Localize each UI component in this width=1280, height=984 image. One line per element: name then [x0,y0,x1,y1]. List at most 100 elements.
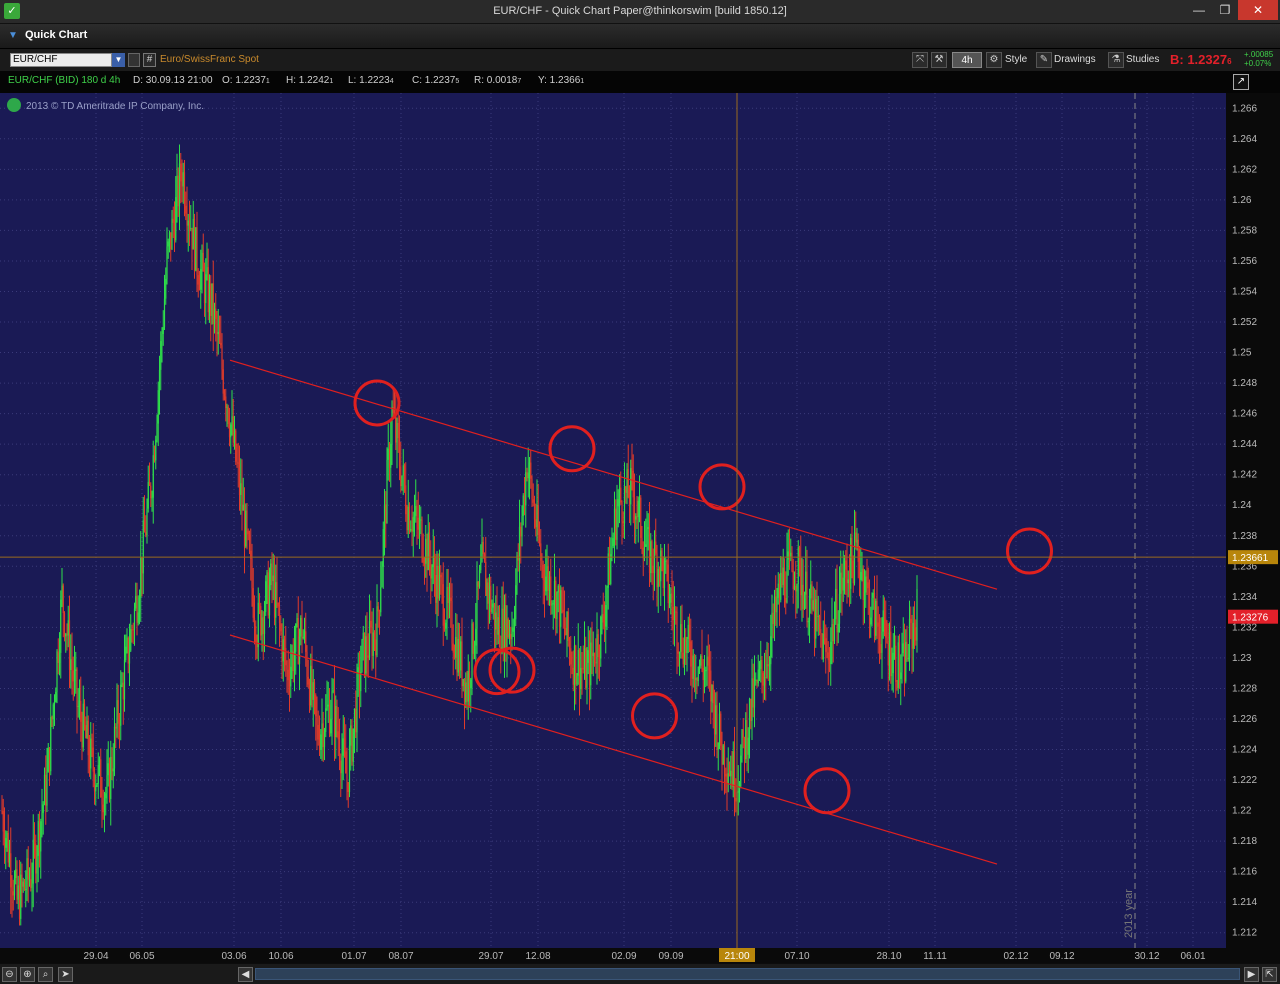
candle-body [713,703,716,735]
zoom-in-icon[interactable]: ⊕ [20,967,35,982]
candle-body [213,308,216,325]
candle-body [687,624,689,639]
candle-body [848,579,851,589]
candle-body [726,776,728,784]
candle-body [412,517,414,532]
candle-body [803,594,806,610]
candle-body [182,172,184,187]
symbol-list-icon[interactable] [128,53,140,67]
candle-body [648,527,651,574]
price-chart[interactable]: 1.2661.2641.2621.261.2581.2561.2541.2521… [0,93,1280,963]
candle-body [477,581,479,587]
minimize-button[interactable]: — [1186,0,1212,20]
candle-body [425,538,427,564]
candle-body [63,613,66,637]
candle-body [372,632,374,656]
scrollbar-thumb[interactable] [255,968,1240,980]
y-tick-label: 1.214 [1232,897,1257,908]
aggregation-button[interactable]: 4h [952,52,982,68]
close-button[interactable]: ✕ [1238,0,1278,20]
candle-body [780,572,782,600]
studies-button[interactable]: Studies [1126,52,1159,68]
x-tick-label: 09.09 [658,951,683,962]
candle-body [392,406,394,413]
magnifier-icon[interactable]: ⌕ [38,967,53,982]
candle-body [720,713,722,746]
candle-body [326,706,328,709]
candle-body [387,448,389,460]
candle-body [240,483,242,495]
candle-body [232,416,234,443]
candle-body [306,651,308,677]
y-tick-label: 1.224 [1232,745,1257,756]
candle-body [285,647,287,666]
candle-body [176,175,178,198]
candle-body [483,554,486,562]
maximize-button[interactable]: ❐ [1212,0,1238,20]
candle-body [497,617,499,635]
candle-body [420,519,422,521]
candle-body [828,660,831,664]
symbol-input[interactable]: EUR/CHF [10,53,112,67]
candle-body [770,636,772,665]
candle-body [288,680,291,687]
candle-body [888,631,891,666]
candle-body [762,672,764,686]
drawings-icon[interactable]: ✎ [1036,52,1052,68]
pointer-icon[interactable]: ➤ [58,967,73,982]
candle-body [311,665,313,700]
wrench-icon[interactable]: ⚒ [931,52,947,68]
scroll-right-icon[interactable]: ▶ [1244,967,1259,982]
y-tick-label: 1.228 [1232,683,1257,694]
candle-body [13,878,16,896]
candle-body [693,655,696,680]
candle-body [162,327,164,335]
x-tick-label: 03.06 [221,951,246,962]
candle-body [272,575,274,582]
candle-body [842,577,844,591]
hash-button[interactable]: # [143,53,156,67]
candle-body [346,773,348,783]
candle-body [682,652,684,665]
crosshair-icon[interactable]: ⤧ [912,52,928,68]
symbol-dropdown-icon[interactable]: ▼ [112,53,125,67]
candle-body [717,742,719,750]
candle-body [660,550,662,582]
candle-body [460,641,462,671]
candle-body [257,602,259,648]
panel-header: ▼ Quick Chart [0,24,1280,49]
candle-body [287,669,289,681]
candle-body [200,269,202,290]
expand-icon[interactable]: ⇱ [1262,967,1277,982]
candle-body [441,577,443,585]
candle-body [241,483,243,511]
scroll-left-icon[interactable]: ◀ [238,967,253,982]
collapse-arrow-icon[interactable]: ▼ [8,30,18,41]
chart-settings-icon[interactable]: ↗ [1233,74,1249,90]
style-button[interactable]: Style [1005,52,1027,68]
candle-body [516,555,518,586]
candle-body [841,572,843,591]
candle-body [107,763,109,776]
drawings-button[interactable]: Drawings [1054,52,1096,68]
studies-icon[interactable]: ⚗ [1108,52,1124,68]
candle-body [657,569,659,588]
candle-body [587,650,589,663]
candle-body [471,623,473,680]
candle-body [916,588,918,641]
candle-body [545,576,547,592]
time-scrollbar[interactable]: ⊖ ⊕ ⌕ ➤ ◀ ▶ ⇱ [0,964,1280,984]
chart-area[interactable]: 1.266 1.264 1.262 1.26 1.258 1.256 1.254 1.252 1… [0,93,1280,963]
zoom-out-icon[interactable]: ⊖ [2,967,17,982]
candle-body [632,470,634,498]
candle-body [823,633,826,639]
candle-body [612,538,614,547]
candle-body [111,756,113,772]
candle-body [730,770,732,777]
candle-body [206,267,208,275]
style-icon[interactable]: ⚙ [986,52,1002,68]
crosshair-price-label: 1.23661 [1232,553,1269,564]
price-axis-background [1226,93,1280,963]
window-titlebar: ✓ EUR/CHF - Quick Chart Paper@thinkorswi… [0,0,1280,24]
candle-body [766,664,768,677]
